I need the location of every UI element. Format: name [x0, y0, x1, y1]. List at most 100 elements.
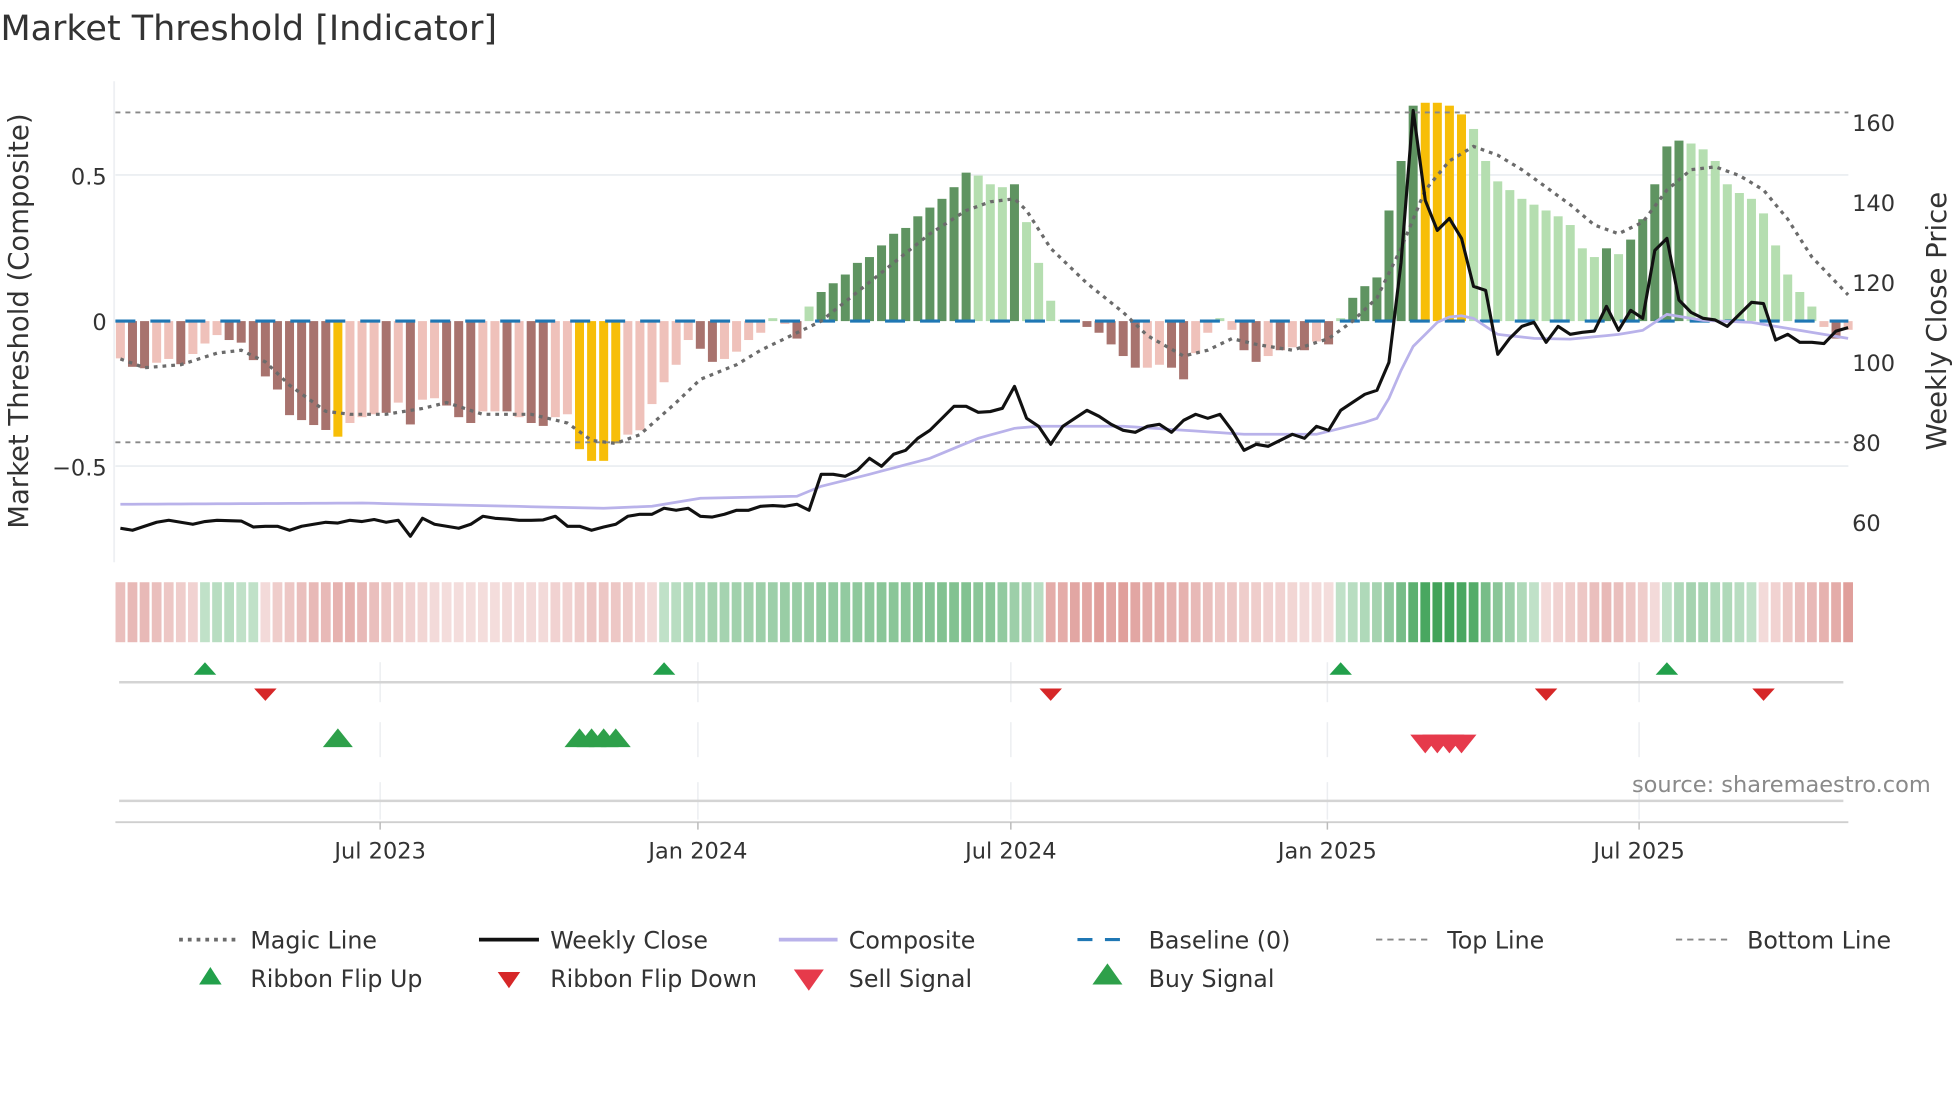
composite-bar — [285, 321, 295, 416]
ribbon-cell-bearish — [1649, 582, 1660, 643]
ribbon-cell-bullish — [1432, 582, 1443, 643]
ribbon-cell-bearish — [502, 582, 512, 643]
ribbon-cell-bullish — [1662, 582, 1672, 643]
ribbon-cell-bullish — [1517, 582, 1527, 643]
ribbon-cell-bearish — [647, 582, 657, 643]
ribbon-cell-bearish — [1831, 582, 1841, 643]
composite-bar — [1082, 321, 1092, 327]
ribbon-cell-bullish — [876, 582, 887, 643]
ribbon-cell-bearish — [320, 582, 331, 643]
ribbon-cell-bullish — [1347, 582, 1358, 643]
composite-bar — [1142, 321, 1152, 368]
legend-ribbon-flip-up: Ribbon Flip Up — [250, 965, 422, 993]
ribbon-cell-bearish — [381, 582, 392, 643]
ribbon-cell-bearish — [357, 582, 367, 643]
ribbon-cell-bearish — [586, 582, 597, 643]
composite-bar — [321, 321, 331, 430]
ribbon-cell-bearish — [622, 582, 633, 643]
ribbon-cell-bearish — [1625, 582, 1636, 643]
ribbon-flip-up-marker — [652, 662, 676, 675]
composite-bar — [1251, 321, 1261, 362]
composite-bar — [1541, 210, 1551, 322]
left-tick-label: 0.5 — [71, 164, 107, 190]
ribbon-cell-bearish — [550, 582, 561, 643]
ribbon-cell-bearish — [1565, 582, 1576, 643]
ribbon-cell-bullish — [1492, 582, 1503, 643]
ribbon-cell-bullish — [1420, 582, 1431, 643]
composite-bar — [1771, 245, 1781, 322]
ribbon-flip-up-marker — [1655, 662, 1679, 675]
ribbon-cell-bearish — [296, 582, 307, 643]
composite-bar — [756, 321, 766, 333]
composite-bar — [1565, 225, 1575, 322]
ribbon-cell-bullish — [925, 582, 935, 643]
composite-bar — [164, 321, 174, 359]
composite-bar — [1456, 114, 1466, 322]
composite-bar — [1046, 300, 1056, 322]
ribbon-cell-bearish — [1069, 582, 1080, 643]
ribbon-cell-bearish — [514, 582, 524, 643]
ribbon-cell-bearish — [574, 582, 585, 643]
legend-magic-line: Magic Line — [250, 926, 377, 954]
left-axis-ticks: 0.5 0 −0.5 — [52, 164, 107, 481]
composite-bar — [1432, 102, 1442, 322]
composite-bar — [961, 172, 971, 322]
ribbon-cell-bearish — [1819, 582, 1829, 643]
ribbon-cell-bullish — [731, 582, 742, 643]
composite-bar — [1191, 321, 1201, 354]
composite-bar — [973, 175, 983, 322]
ribbon-cell-bullish — [997, 582, 1008, 643]
ribbon-cell-bullish — [1372, 582, 1382, 643]
ribbon-cell-bullish — [1408, 582, 1419, 643]
ribbon-cell-bearish — [1045, 582, 1056, 643]
composite-bar — [925, 207, 935, 322]
composite-bar — [671, 321, 681, 365]
composite-bar — [997, 187, 1007, 322]
ribbon-cell-bullish — [236, 582, 247, 643]
legend-buy-signal: Buy Signal — [1149, 965, 1275, 993]
ribbon-flip-down-icon — [497, 972, 521, 989]
ribbon-cell-bullish — [949, 582, 959, 643]
ribbon-cell-bullish — [852, 582, 863, 643]
ribbon-cell-bearish — [477, 582, 488, 643]
composite-bar — [1106, 321, 1116, 345]
composite-bar — [236, 321, 246, 343]
ribbon-cell-bullish — [792, 582, 802, 643]
ribbon-cell-bearish — [1613, 582, 1624, 643]
ribbon-cell-bearish — [139, 582, 150, 643]
ribbon-flip-down-marker — [1039, 688, 1062, 701]
ribbon-cell-bearish — [453, 582, 464, 643]
left-axis-label: Market Threshold (Composite) — [3, 113, 35, 528]
ribbon-cell-bearish — [1758, 582, 1769, 643]
ribbon-cell-bearish — [1214, 582, 1225, 643]
composite-bar — [611, 321, 621, 444]
right-tick-label: 140 — [1852, 191, 1895, 217]
composite-bar — [623, 321, 633, 435]
composite-bar — [1094, 321, 1104, 333]
ribbon-cell-bearish — [1154, 582, 1165, 643]
ribbon-cell-bearish — [1166, 582, 1177, 643]
composite-bar — [1009, 184, 1019, 322]
composite-bar — [1589, 257, 1599, 322]
composite-bar — [792, 321, 802, 339]
ribbon-cell-bearish — [127, 582, 138, 643]
composite-bar — [937, 198, 947, 322]
ribbon-cell-bullish — [888, 582, 899, 643]
ribbon-cell-bullish — [1444, 582, 1455, 643]
legend-baseline: Baseline (0) — [1149, 926, 1291, 954]
composite-bar — [345, 321, 355, 423]
ribbon-cell-bullish — [1698, 582, 1709, 643]
ribbon-cell-bearish — [345, 582, 355, 643]
buy-signal-icon — [1092, 963, 1123, 985]
ribbon-cell-bullish — [804, 582, 814, 643]
ribbon-cell-bullish — [816, 582, 827, 643]
right-tick-label: 80 — [1852, 431, 1881, 457]
legend: Magic Line Weekly Close Composite Baseli… — [179, 926, 1891, 993]
composite-bar — [1444, 105, 1454, 322]
composite-bar — [478, 321, 488, 412]
composite-bar — [526, 321, 536, 423]
ribbon-cell-bullish — [1009, 582, 1020, 643]
ribbon-flip-up-marker — [1329, 662, 1352, 675]
composite-bar — [393, 321, 403, 403]
ribbon-cell-bullish — [659, 582, 669, 643]
